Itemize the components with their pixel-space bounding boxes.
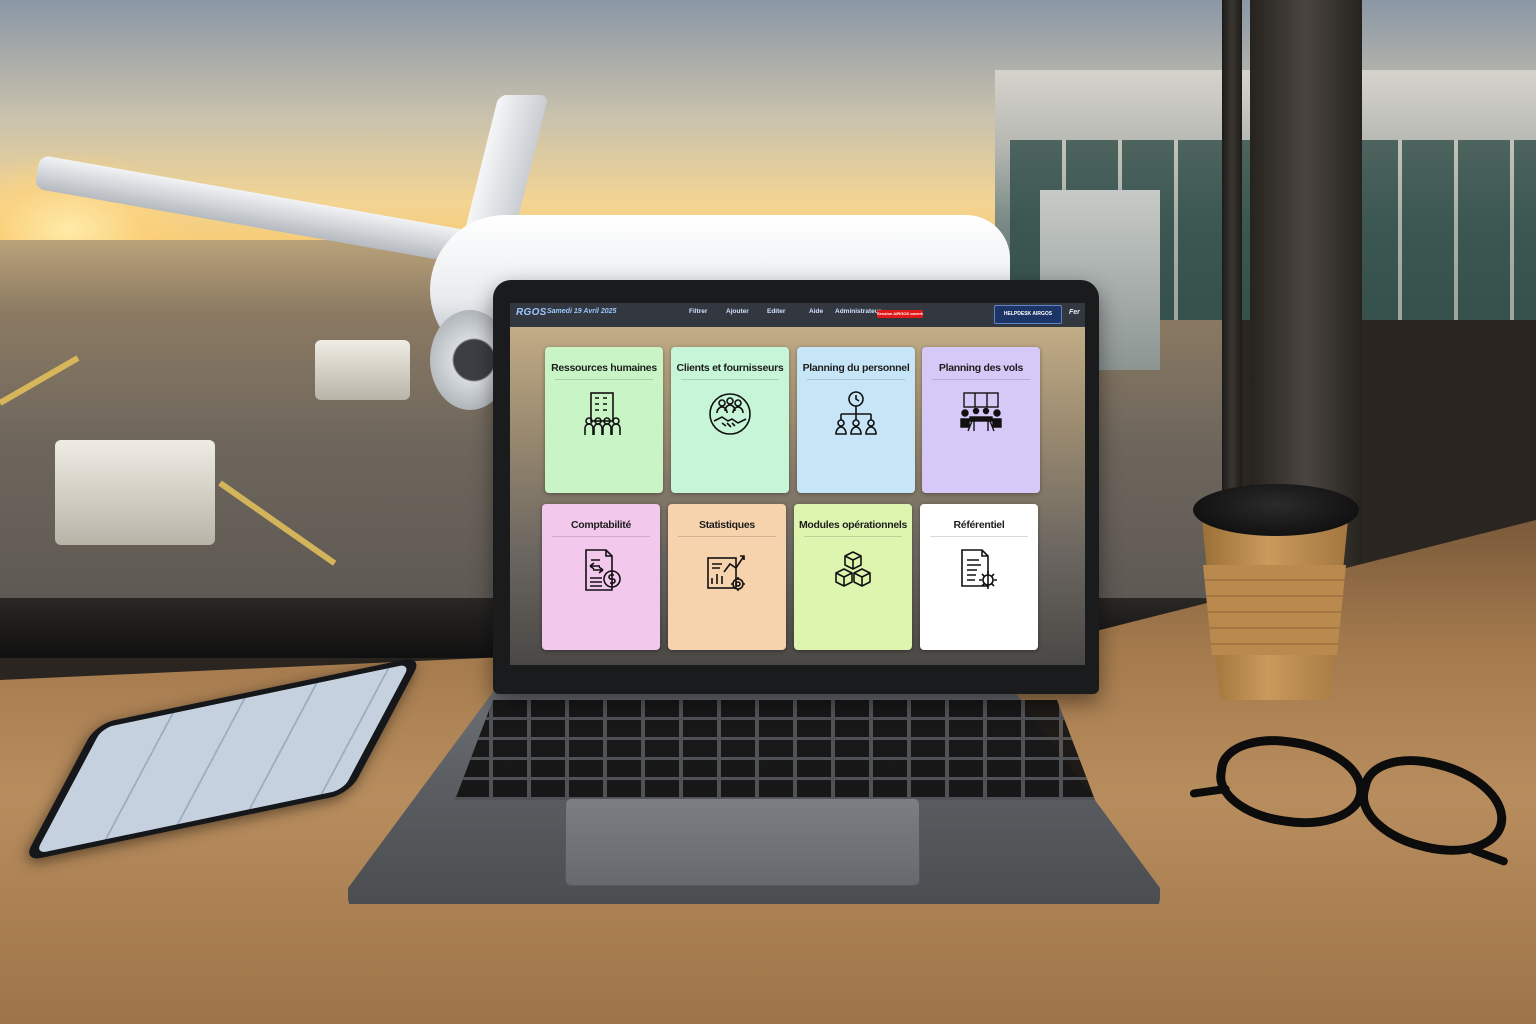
tile-divider [552,536,650,537]
keyboard-rows [455,700,1095,800]
tile-divider [804,536,902,537]
tile-referentiel[interactable]: Référentiel [920,504,1038,650]
tile-divider [678,536,776,537]
app-date: Samedi 19 Avril 2025 [547,308,617,315]
tile-divider [930,536,1028,537]
tile-title: Comptabilité [571,519,631,531]
tile-divider [932,379,1030,380]
app-topbar: RGOS Samedi 19 Avril 2025 Filtrer Ajoute… [510,303,1085,327]
tile-planning-personnel[interactable]: Planning du personnel [797,347,915,493]
tile-statistiques[interactable]: Statistiques [668,504,786,650]
menu-add[interactable]: Ajouter [726,308,749,315]
tile-title: Clients et fournisseurs [676,362,784,374]
cup-sleeve [1203,565,1346,655]
invoice-dollar-icon [576,546,626,596]
menu-edit[interactable]: Editer [767,308,785,315]
tile-title: Modules opérationnels [798,519,908,531]
tile-planning-vols[interactable]: Planning des vols [922,347,1040,493]
tile-clients-fournisseurs[interactable]: Clients et fournisseurs [671,347,789,493]
menu-filter[interactable]: Filtrer [689,308,707,315]
laptop-trackpad [565,798,920,886]
ground-vehicle [315,340,410,400]
meeting-table-icon [956,389,1006,439]
tile-modules-operationnels[interactable]: Modules opérationnels [794,504,912,650]
tile-divider [807,379,905,380]
tile-title: Ressources humaines [551,362,657,374]
menu-admin[interactable]: Administrateur [835,308,881,315]
tile-ressources-humaines[interactable]: Ressources humaines [545,347,663,493]
app-brand: RGOS [516,307,547,318]
document-gear-icon [954,546,1004,596]
helpdesk-button[interactable]: HELPDESK AIRGOS [994,305,1062,324]
laptop-screen: RGOS Samedi 19 Avril 2025 Filtrer Ajoute… [510,303,1085,665]
ground-vehicle [55,440,215,545]
building-people-icon [579,389,629,439]
clock-org-chart-icon [831,389,881,439]
cubes-icon [828,546,878,596]
tile-title: Statistiques [699,519,755,531]
tile-divider [555,379,653,380]
report-chart-icon [702,546,752,596]
truncated-menu-item[interactable]: Fer [1069,309,1080,316]
status-badge: Session AIRGOS ouverte [877,310,923,318]
tile-title: Planning du personnel [802,362,910,374]
menu-help[interactable]: Aide [809,308,823,315]
cup-lid [1193,484,1359,536]
tile-title: Planning des vols [938,362,1024,374]
tile-comptabilite[interactable]: Comptabilité [542,504,660,650]
handshake-people-icon [705,389,755,439]
tile-title: Référentiel [953,519,1005,531]
tile-divider [681,379,779,380]
